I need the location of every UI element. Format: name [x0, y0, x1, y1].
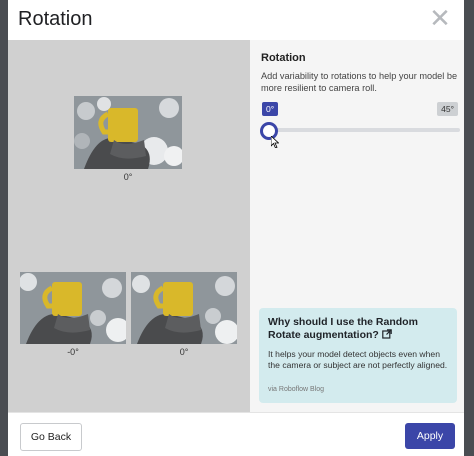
modal-footer: Go Back Apply: [8, 412, 464, 456]
setting-title: Rotation: [261, 52, 306, 64]
settings-pane: Rotation Add variability to rotations to…: [250, 40, 464, 412]
modal-header: Rotation ✕: [8, 0, 464, 40]
apply-button[interactable]: Apply: [405, 423, 455, 449]
go-back-button[interactable]: Go Back: [20, 423, 82, 451]
rotation-modal: Rotation ✕ 0° -0° 0° Rotation Add variab…: [8, 0, 464, 456]
modal-title: Rotation: [18, 8, 93, 30]
max-value-badge: 45°: [437, 102, 458, 116]
current-value-badge: 0°: [262, 102, 279, 116]
preview-image: [20, 272, 126, 344]
info-card-body: It helps your model detect objects even …: [268, 349, 448, 370]
preview-image: [131, 272, 237, 344]
rotation-slider-track[interactable]: [268, 128, 460, 132]
setting-description: Add variability to rotations to help you…: [261, 71, 458, 93]
preview-pane: 0° -0° 0°: [8, 40, 250, 412]
external-link-icon: [381, 329, 392, 339]
preview-caption: -0°: [67, 347, 79, 357]
close-icon[interactable]: ✕: [428, 5, 452, 31]
info-card-source: via Roboflow Blog: [268, 386, 325, 393]
info-card[interactable]: Why should I use the Random Rotate augme…: [259, 308, 457, 403]
preview-caption: 0°: [179, 347, 189, 357]
info-card-title-text: Why should I use the Random Rotate augme…: [268, 316, 418, 341]
info-card-title[interactable]: Why should I use the Random Rotate augme…: [268, 316, 450, 342]
backdrop-left: [0, 0, 8, 456]
mouse-cursor-icon: [271, 136, 279, 148]
preview-caption: 0°: [123, 172, 133, 182]
preview-image: [74, 96, 182, 169]
backdrop-right: [464, 0, 474, 456]
